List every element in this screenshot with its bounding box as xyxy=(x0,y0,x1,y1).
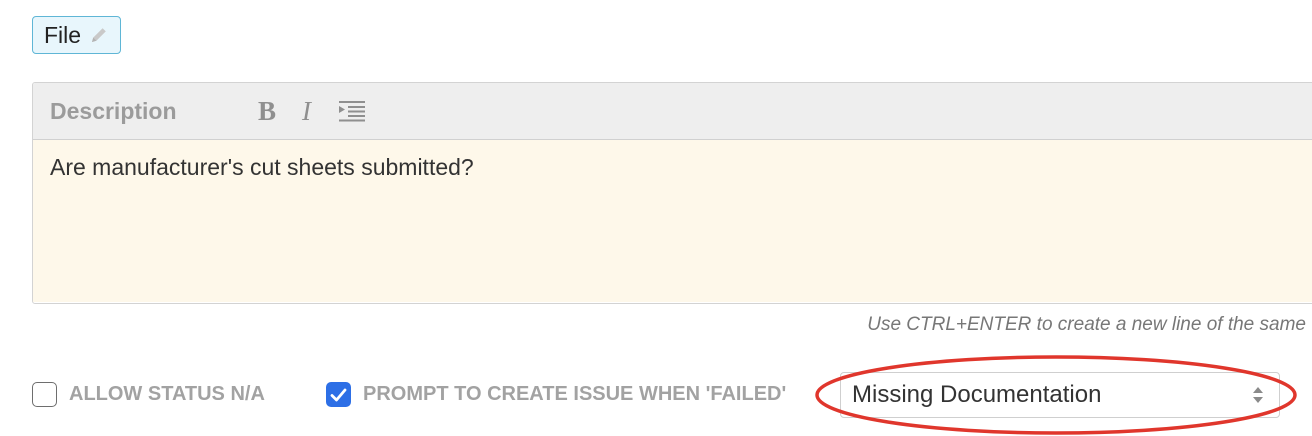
allow-status-na-label: ALLOW STATUS N/A xyxy=(69,383,265,405)
prompt-issue-option[interactable]: PROMPT TO CREATE ISSUE WHEN 'FAILED' xyxy=(326,382,821,407)
pencil-icon[interactable] xyxy=(89,25,109,45)
bold-button[interactable]: B xyxy=(258,97,276,125)
prompt-issue-label-wrap: PROMPT TO CREATE ISSUE WHEN 'FAILED' xyxy=(363,383,821,406)
indent-icon[interactable] xyxy=(337,99,367,123)
issue-type-select-value: Missing Documentation xyxy=(852,381,1102,408)
editor-title: Description xyxy=(50,97,177,124)
sort-arrows-icon xyxy=(1253,387,1263,403)
issue-type-select[interactable]: Missing Documentation xyxy=(840,372,1280,418)
description-editor: Description B I Are manufacturer's cut s… xyxy=(32,82,1312,304)
description-textarea[interactable]: Are manufacturer's cut sheets submitted? xyxy=(33,140,1312,302)
prompt-issue-checkbox[interactable] xyxy=(326,382,351,407)
editor-hint: Use CTRL+ENTER to create a new line of t… xyxy=(867,314,1306,335)
italic-button[interactable]: I xyxy=(302,97,311,125)
allow-status-na-option[interactable]: ALLOW STATUS N/A xyxy=(32,382,265,407)
allow-status-na-checkbox[interactable] xyxy=(32,382,57,407)
file-chip-label: File xyxy=(44,21,82,48)
file-chip[interactable]: File xyxy=(32,16,122,54)
checkmark-icon xyxy=(330,388,347,401)
prompt-issue-label: PROMPT TO CREATE ISSUE WHEN 'FAILED' xyxy=(363,383,787,405)
editor-toolbar: Description B I xyxy=(33,83,1312,140)
